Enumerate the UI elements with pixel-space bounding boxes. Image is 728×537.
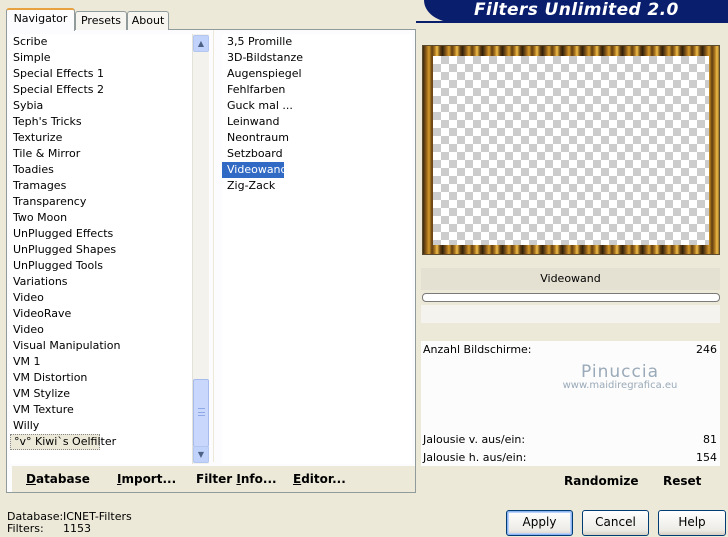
filter-item[interactable]: 3D-Bildstanze: [222, 50, 412, 66]
category-item[interactable]: Scribe: [10, 34, 192, 50]
category-item-focused[interactable]: °v° Kiwi`s Oelfilter: [10, 434, 116, 450]
category-item[interactable]: Simple: [10, 50, 192, 66]
category-item[interactable]: Transparency: [10, 194, 192, 210]
filter-info-button[interactable]: Filter Info...: [196, 472, 277, 486]
randomize-button[interactable]: Randomize: [564, 474, 638, 488]
title-banner: Filters Unlimited 2.0: [424, 0, 728, 22]
category-item[interactable]: UnPlugged Shapes: [10, 242, 192, 258]
category-item[interactable]: VM Stylize: [10, 386, 192, 402]
empty-setting-row: [421, 305, 720, 323]
category-item[interactable]: Two Moon: [10, 210, 192, 226]
filter-list[interactable]: 3,5 Promille 3D-Bildstanze Augenspiegel …: [222, 34, 412, 464]
filter-item[interactable]: Zig-Zack: [222, 178, 412, 194]
editor-label: ditor...: [301, 472, 346, 486]
category-item[interactable]: Visual Manipulation: [10, 338, 192, 354]
tab-presets[interactable]: Presets: [75, 11, 127, 30]
category-item[interactable]: UnPlugged Tools: [10, 258, 192, 274]
category-item[interactable]: VM 1: [10, 354, 192, 370]
filter-info-label: nfo...: [240, 472, 277, 486]
filter-item-selected[interactable]: Videowand: [222, 162, 288, 178]
category-item[interactable]: UnPlugged Effects: [10, 226, 192, 242]
setting-label: Jalousie h. aus/ein:: [423, 451, 527, 464]
filter-item[interactable]: Fehlfarben: [222, 82, 412, 98]
filter-info-prefix: Filter: [196, 472, 237, 486]
category-item[interactable]: Willy: [10, 418, 192, 434]
category-item[interactable]: VideoRave: [10, 306, 192, 322]
editor-hotkey: E: [293, 472, 302, 486]
setting-label: Anzahl Bildschirme:: [423, 343, 532, 356]
transparency-checkerboard: [433, 56, 709, 245]
filter-item[interactable]: 3,5 Promille: [222, 34, 412, 50]
setting-row[interactable]: Anzahl Bildschirme: 246: [421, 341, 720, 359]
filter-item[interactable]: Guck mal ...: [222, 98, 412, 114]
category-scrollbar[interactable]: ▲ ▼: [192, 34, 209, 464]
empty-setting-row: [421, 413, 720, 431]
cancel-button[interactable]: Cancel: [582, 510, 649, 536]
category-item[interactable]: Video: [10, 290, 192, 306]
scroll-thumb[interactable]: [193, 379, 209, 447]
reset-button[interactable]: Reset: [663, 474, 701, 488]
tab-navigator[interactable]: Navigator: [6, 8, 75, 31]
preview-image[interactable]: [422, 45, 720, 255]
filter-item[interactable]: Leinwand: [222, 114, 412, 130]
category-list[interactable]: Scribe Simple Special Effects 1 Special …: [10, 34, 192, 464]
navigator-action-bar: Database Import... Filter Info... Editor…: [12, 466, 415, 492]
setting-value[interactable]: 81: [703, 431, 717, 449]
scroll-up-icon[interactable]: ▲: [193, 35, 209, 52]
settings-action-bar: Randomize Reset: [421, 466, 720, 492]
tab-about[interactable]: About: [127, 11, 169, 30]
grip-icon: [198, 408, 205, 416]
database-button[interactable]: Database: [26, 472, 90, 486]
category-item[interactable]: Tramages: [10, 178, 192, 194]
category-item[interactable]: Special Effects 2: [10, 82, 192, 98]
filters-count-label: Filters:: [7, 522, 44, 535]
filters-count-value: 1153: [63, 522, 91, 535]
filter-item[interactable]: Neontraum: [222, 130, 412, 146]
import-button[interactable]: Import...: [117, 472, 176, 486]
empty-setting-row: [421, 377, 720, 395]
filter-item[interactable]: Augenspiegel: [222, 66, 412, 82]
category-item[interactable]: Teph's Tricks: [10, 114, 192, 130]
filter-settings: Anzahl Bildschirme: 246 Jalousie v. aus/…: [421, 305, 720, 467]
category-item[interactable]: VM Distortion: [10, 370, 192, 386]
setting-value[interactable]: 154: [696, 449, 717, 467]
import-label: mport...: [121, 472, 177, 486]
empty-setting-row: [421, 395, 720, 413]
setting-value[interactable]: 246: [696, 341, 717, 359]
category-item[interactable]: Toadies: [10, 162, 192, 178]
database-label: atabase: [35, 472, 90, 486]
category-item[interactable]: Texturize: [10, 130, 192, 146]
category-item[interactable]: Special Effects 1: [10, 66, 192, 82]
setting-label: Jalousie v. aus/ein:: [423, 433, 526, 446]
selected-filter-title: Videowand: [421, 268, 720, 290]
scroll-down-icon[interactable]: ▼: [193, 446, 209, 463]
filter-item[interactable]: Setzboard: [222, 146, 412, 162]
database-hotkey: D: [26, 472, 36, 486]
list-divider: [213, 30, 214, 462]
empty-setting-row: [421, 359, 720, 377]
setting-row[interactable]: Jalousie v. aus/ein: 81: [421, 431, 720, 449]
apply-button[interactable]: Apply: [506, 510, 573, 536]
editor-button[interactable]: Editor...: [293, 472, 346, 486]
category-item[interactable]: VM Texture: [10, 402, 192, 418]
category-item[interactable]: Tile & Mirror: [10, 146, 192, 162]
status-info: Database:ICNET-Filters Filters: 1153: [7, 511, 132, 535]
category-item[interactable]: Video: [10, 322, 192, 338]
setting-row[interactable]: Jalousie h. aus/ein: 154: [421, 449, 720, 467]
help-button[interactable]: Help: [658, 510, 726, 536]
category-item[interactable]: Variations: [10, 274, 192, 290]
app-title: Filters Unlimited 2.0: [474, 0, 679, 20]
progress-bar: [422, 293, 720, 302]
category-item[interactable]: Sybia: [10, 98, 192, 114]
